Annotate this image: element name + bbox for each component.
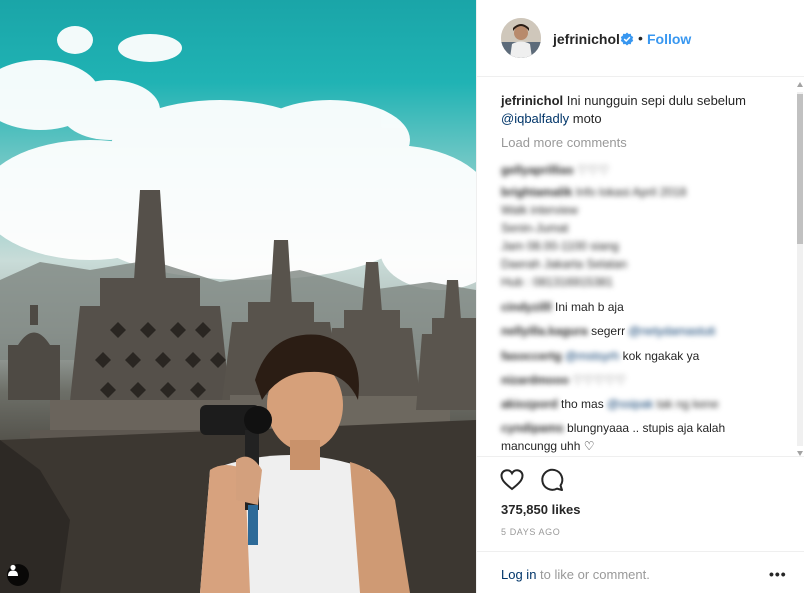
- scroll-thumb[interactable]: [797, 94, 803, 244]
- comment-text: Daerah Jakarta Selatan: [501, 257, 628, 271]
- user-tag-icon[interactable]: [7, 564, 29, 586]
- comment-text: Jam 08.00-1100 siang: [501, 239, 619, 253]
- comment-mention[interactable]: @netydamastuti: [628, 324, 715, 338]
- login-prompt-text: to like or comment.: [540, 567, 650, 582]
- comment-mention[interactable]: @ssipak: [607, 397, 653, 411]
- comment-text: Info lokasi April 2018: [575, 185, 687, 199]
- header-separator: •: [638, 30, 643, 46]
- post-date[interactable]: 5 DAYS AGO: [501, 527, 560, 537]
- comment-text: Ini mah b aja: [555, 300, 624, 314]
- comment-item: cyndipams blungnyaaa .. stupis aja kalah: [501, 419, 725, 437]
- comment-username[interactable]: nizardmooo: [501, 373, 569, 387]
- follow-button[interactable]: Follow: [647, 31, 691, 47]
- comment-item: brightamalik Info lokasi April 2018: [501, 183, 686, 201]
- comment-text: Hub : 081316915381: [501, 275, 614, 289]
- post-caption: jefrinichol Ini nungguin sepi dulu sebel…: [501, 92, 781, 128]
- caption-username[interactable]: jefrinichol: [501, 93, 563, 108]
- avatar-image: [501, 18, 541, 58]
- comment-text: ♡♡♡: [577, 163, 610, 177]
- comment-item: Jam 08.00-1100 siang: [501, 237, 619, 255]
- comment-text: ♡♡♡♡♡: [572, 373, 627, 387]
- comment-mention[interactable]: @mstsyrh: [565, 349, 619, 363]
- post-side-panel: jefrinichol • Follow jefrinichol Ini nun…: [476, 0, 804, 593]
- comment-text: kok ngakak ya: [622, 349, 700, 363]
- comment-username[interactable]: nellyilla.kagura: [501, 324, 588, 338]
- comment-item: fasoccertg @mstsyrh kok ngakak ya: [501, 347, 699, 365]
- post-photo[interactable]: [0, 0, 476, 593]
- comment-username[interactable]: cyndipams: [501, 421, 564, 435]
- comment-item: cindyzilll Ini mah b aja: [501, 298, 624, 316]
- comment-item: Hub : 081316915381: [501, 273, 613, 291]
- instagram-post-modal: jefrinichol • Follow jefrinichol Ini nun…: [0, 0, 804, 593]
- comment-text: tho mas: [561, 397, 604, 411]
- comment-item: nizardmooo ♡♡♡♡♡: [501, 371, 626, 389]
- comment-text: Senin-Jumat: [501, 221, 569, 235]
- comment-item: nellyilla.kagura segerr @netydamastuti: [501, 322, 715, 340]
- avatar[interactable]: [501, 18, 541, 58]
- login-link[interactable]: Log in: [501, 567, 536, 582]
- scroll-up-arrow-icon[interactable]: [797, 82, 803, 87]
- comment-item: gellyaprillias ♡♡♡: [501, 161, 609, 179]
- login-prompt-row: Log in to like or comment. •••: [477, 551, 804, 595]
- load-more-comments-button[interactable]: Load more comments: [501, 135, 627, 150]
- comment-text-after: tak ng kene: [656, 397, 719, 411]
- photo-illustration: [0, 26, 476, 593]
- comment-username[interactable]: fasoccertg: [501, 349, 562, 363]
- comment-text: mancungg uhh ♡: [501, 439, 595, 453]
- comment-item: mancungg uhh ♡: [501, 437, 595, 455]
- comment-item: Daerah Jakarta Selatan: [501, 255, 627, 273]
- post-actions: 375,850 likes 5 DAYS AGO Log in to like …: [477, 456, 804, 594]
- comment-username[interactable]: cindyzilll: [501, 300, 552, 314]
- comment-text: segerr: [591, 324, 626, 338]
- comment-bubble-icon[interactable]: [539, 467, 565, 493]
- caption-mention[interactable]: @iqbalfadly: [501, 111, 569, 126]
- comment-username[interactable]: brightamalik: [501, 185, 572, 199]
- post-username[interactable]: jefrinichol: [553, 31, 620, 47]
- comment-username[interactable]: gellyaprillias: [501, 163, 574, 177]
- post-header: jefrinichol • Follow: [477, 0, 804, 77]
- caption-text: Ini nungguin sepi dulu sebelum: [566, 93, 746, 108]
- comment-item: Walk interview: [501, 201, 578, 219]
- comment-item: Senin-Jumat: [501, 219, 568, 237]
- comment-username[interactable]: akiozpord: [501, 397, 558, 411]
- comments-scrollbar[interactable]: [795, 80, 804, 456]
- person-icon: [8, 564, 18, 576]
- more-options-button[interactable]: •••: [769, 566, 787, 582]
- heart-icon[interactable]: [499, 467, 525, 493]
- comments-list: jefrinichol Ini nungguin sepi dulu sebel…: [477, 77, 797, 455]
- caption-text-after: moto: [572, 111, 602, 126]
- comment-text: blungnyaaa .. stupis aja kalah: [567, 421, 726, 435]
- comment-item: akiozpord tho mas @ssipak tak ng kene: [501, 395, 719, 413]
- verified-badge-icon: [620, 32, 634, 46]
- comment-text: Walk interview: [501, 203, 578, 217]
- login-prompt: Log in to like or comment.: [501, 567, 650, 582]
- likes-count[interactable]: 375,850 likes: [501, 502, 581, 517]
